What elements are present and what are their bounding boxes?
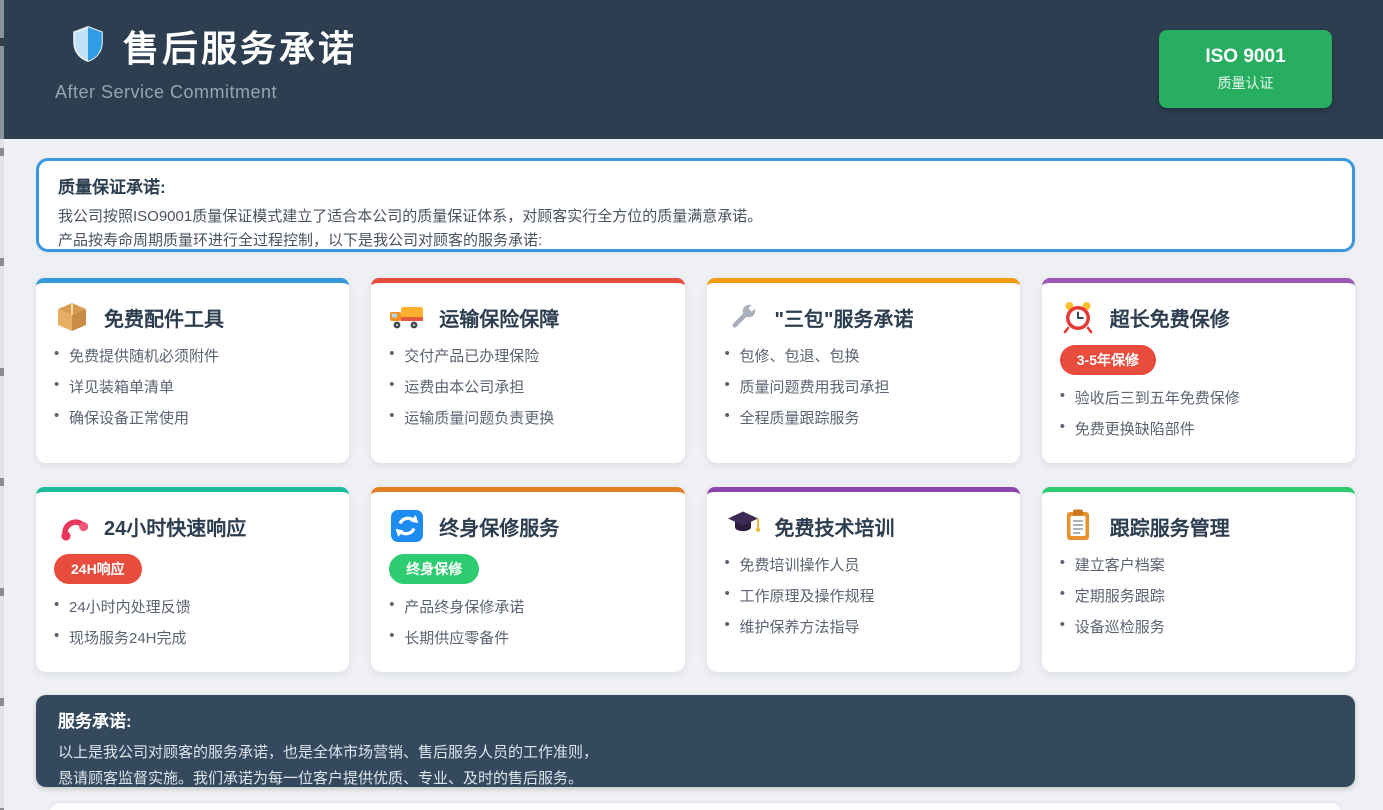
next-section-edge	[50, 803, 1341, 810]
iso-badge-line1: ISO 9001	[1205, 46, 1285, 68]
refresh-icon	[389, 508, 425, 544]
list-item: 免费培训操作人员	[725, 554, 1002, 575]
iso-9001-badge: ISO 9001 质量认证	[1159, 30, 1332, 108]
quality-box-title: 质量保证承诺:	[58, 173, 1333, 198]
footer-line1: 以上是我公司对顾客的服务承诺，也是全体市场营销、售后服务人员的工作准则，	[58, 740, 1333, 766]
list-item: 包修、包退、包换	[725, 345, 1002, 366]
card-title: 跟踪服务管理	[1110, 512, 1230, 541]
card-list: 产品终身保修承诺长期供应零备件	[389, 596, 666, 648]
card-badge: 3-5年保修	[1060, 345, 1156, 375]
list-item: 免费提供随机必须附件	[54, 345, 331, 366]
footer-title: 服务承诺:	[58, 707, 1333, 732]
service-card: 超长免费保修 3-5年保修 验收后三到五年免费保修免费更换缺陷部件	[1042, 278, 1355, 463]
card-title: 免费技术培训	[775, 512, 895, 541]
list-item: 24小时内处理反馈	[54, 596, 331, 617]
alarm-clock-icon	[1060, 299, 1096, 335]
service-commitment-footer: 服务承诺: 以上是我公司对顾客的服务承诺，也是全体市场营销、售后服务人员的工作准…	[36, 695, 1355, 787]
quality-guarantee-box: 质量保证承诺: 我公司按照ISO9001质量保证模式建立了适合本公司的质量保证体…	[36, 158, 1355, 252]
iso-badge-line2: 质量认证	[1218, 73, 1274, 93]
list-item: 工作原理及操作规程	[725, 585, 1002, 606]
cards-grid: 免费配件工具 免费提供随机必须附件详见装箱单清单确保设备正常使用 运输保险保障 …	[36, 278, 1355, 672]
service-card: 运输保险保障 交付产品已办理保险运费由本公司承担运输质量问题负责更换	[371, 278, 684, 463]
service-card: "三包"服务承诺 包修、包退、包换质量问题费用我司承担全程质量跟踪服务	[707, 278, 1020, 463]
list-item: 定期服务跟踪	[1060, 585, 1337, 606]
card-list: 验收后三到五年免费保修免费更换缺陷部件	[1060, 387, 1337, 439]
shield-icon	[69, 24, 107, 69]
graduation-cap-icon	[725, 508, 761, 544]
service-card: 终身保修服务 终身保修 产品终身保修承诺长期供应零备件	[371, 487, 684, 672]
left-edge-artifact	[0, 0, 4, 810]
clipboard-icon	[1060, 508, 1096, 544]
package-icon	[54, 299, 90, 335]
list-item: 详见装箱单清单	[54, 376, 331, 397]
card-title: 24小时快速响应	[104, 512, 246, 541]
page: 售后服务承诺 After Service Commitment ISO 9001…	[0, 0, 1383, 810]
list-item: 运费由本公司承担	[389, 376, 666, 397]
list-item: 设备巡检服务	[1060, 616, 1337, 637]
card-list: 交付产品已办理保险运费由本公司承担运输质量问题负责更换	[389, 345, 666, 428]
service-card: 24小时快速响应 24H响应 24小时内处理反馈现场服务24H完成	[36, 487, 349, 672]
list-item: 交付产品已办理保险	[389, 345, 666, 366]
card-badge: 终身保修	[389, 554, 479, 584]
phone-icon	[54, 508, 90, 544]
list-item: 长期供应零备件	[389, 627, 666, 648]
card-list: 24小时内处理反馈现场服务24H完成	[54, 596, 331, 648]
list-item: 确保设备正常使用	[54, 407, 331, 428]
header: 售后服务承诺 After Service Commitment ISO 9001…	[0, 0, 1383, 139]
footer-line2: 恳请顾客监督实施。我们承诺为每一位客户提供优质、专业、及时的售后服务。	[58, 766, 1333, 792]
card-list: 免费提供随机必须附件详见装箱单清单确保设备正常使用	[54, 345, 331, 428]
list-item: 运输质量问题负责更换	[389, 407, 666, 428]
list-item: 全程质量跟踪服务	[725, 407, 1002, 428]
card-title: 超长免费保修	[1110, 303, 1230, 332]
list-item: 维护保养方法指导	[725, 616, 1002, 637]
truck-icon	[389, 299, 425, 335]
service-card: 跟踪服务管理 建立客户档案定期服务跟踪设备巡检服务	[1042, 487, 1355, 672]
card-title: "三包"服务承诺	[775, 303, 914, 332]
card-list: 包修、包退、包换质量问题费用我司承担全程质量跟踪服务	[725, 345, 1002, 428]
wrench-icon	[725, 299, 761, 335]
service-card: 免费技术培训 免费培训操作人员工作原理及操作规程维护保养方法指导	[707, 487, 1020, 672]
list-item: 免费更换缺陷部件	[1060, 418, 1337, 439]
card-list: 免费培训操作人员工作原理及操作规程维护保养方法指导	[725, 554, 1002, 637]
service-card: 免费配件工具 免费提供随机必须附件详见装箱单清单确保设备正常使用	[36, 278, 349, 463]
quality-box-line1: 我公司按照ISO9001质量保证模式建立了适合本公司的质量保证体系，对顾客实行全…	[58, 205, 1333, 229]
list-item: 建立客户档案	[1060, 554, 1337, 575]
card-title: 运输保险保障	[439, 303, 559, 332]
card-title: 终身保修服务	[439, 512, 559, 541]
list-item: 现场服务24H完成	[54, 627, 331, 648]
list-item: 产品终身保修承诺	[389, 596, 666, 617]
card-list: 建立客户档案定期服务跟踪设备巡检服务	[1060, 554, 1337, 637]
list-item: 验收后三到五年免费保修	[1060, 387, 1337, 408]
card-badge: 24H响应	[54, 554, 142, 584]
quality-box-line2: 产品按寿命周期质量环进行全过程控制，以下是我公司对顾客的服务承诺:	[58, 229, 1333, 253]
card-title: 免费配件工具	[104, 303, 224, 332]
page-title: 售后服务承诺	[123, 20, 357, 72]
main-content: 质量保证承诺: 我公司按照ISO9001质量保证模式建立了适合本公司的质量保证体…	[0, 158, 1383, 810]
list-item: 质量问题费用我司承担	[725, 376, 1002, 397]
